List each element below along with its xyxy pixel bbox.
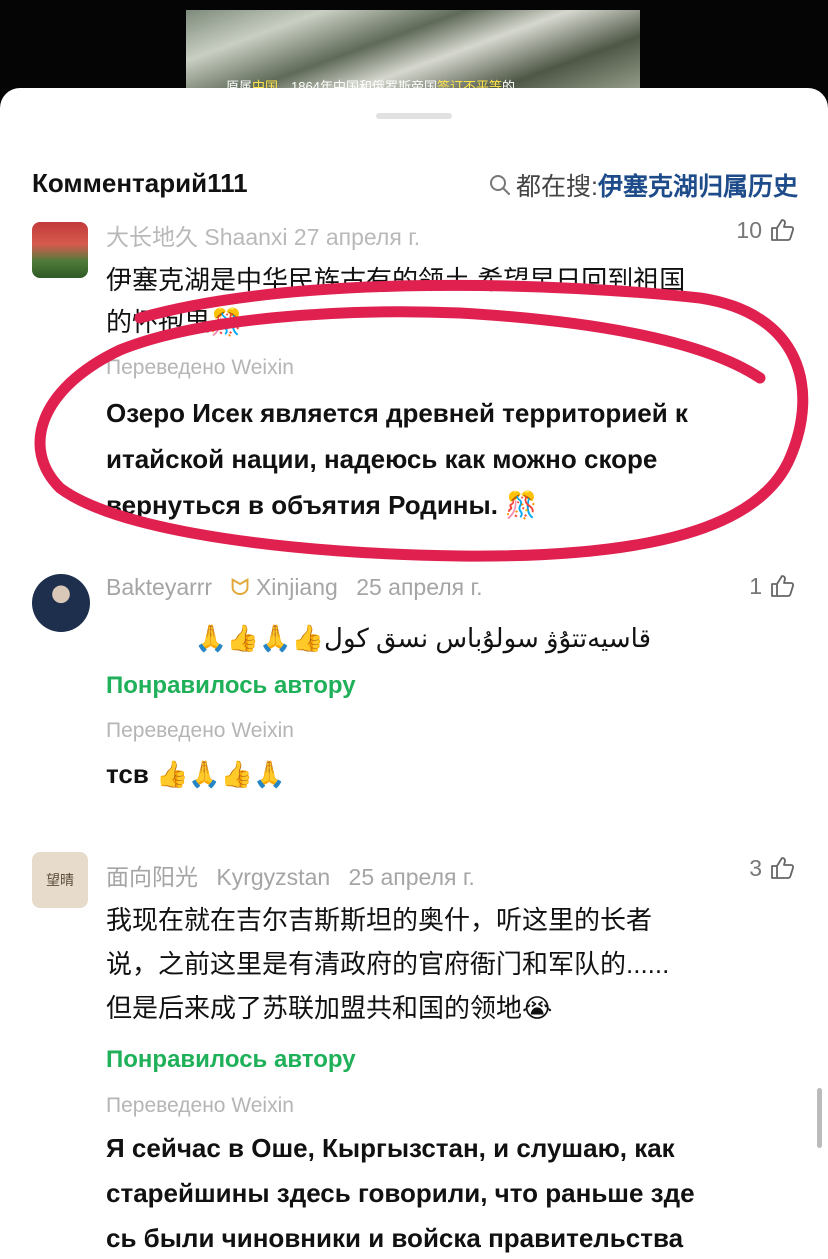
- username[interactable]: Bakteyarrr: [106, 574, 212, 600]
- date: 25 апреля г.: [356, 574, 483, 600]
- avatar[interactable]: [32, 222, 88, 278]
- translation-label: Переведено Weixin: [106, 1094, 294, 1117]
- trending-search-link[interactable]: 都在搜: 伊塞克湖归属历史: [488, 167, 798, 203]
- thumbs-up-icon: [771, 857, 795, 879]
- liked-by-author: Понравилось автору: [106, 1046, 356, 1073]
- comment-text: 的怀抱里🎊: [106, 307, 243, 337]
- comment-meta: Bakteyarrr ᗢ Xinjiang 25 апреля г.: [106, 574, 482, 601]
- translation-label: Переведено Weixin: [106, 719, 294, 742]
- comment-text: 伊塞克湖是中华民族古有的领土 希望早日回到祖国: [106, 265, 686, 295]
- translated-text: сь были чиновники и войска правительства: [106, 1223, 684, 1253]
- comment-meta: 大长地久 Shaanxi 27 апреля г.: [106, 224, 421, 250]
- like-count: 10: [736, 216, 762, 243]
- translated-text: Я сейчас в Оше, Кыргызстан, и слушаю, ка…: [106, 1133, 675, 1163]
- translated-text: вернуться в объятия Родины. 🎊: [106, 490, 538, 520]
- location: Kyrgyzstan: [216, 864, 331, 890]
- translated-text: старейшины здесь говорили, что раньше зд…: [106, 1178, 695, 1208]
- search-icon: [490, 175, 511, 195]
- like-count: 1: [749, 572, 762, 599]
- scrollbar[interactable]: [817, 1088, 822, 1148]
- like-button[interactable]: 10: [736, 216, 796, 244]
- thumbs-up-icon: [771, 575, 795, 597]
- search-prefix: 都在搜:: [516, 173, 598, 201]
- search-term: 伊塞克湖归属历史: [597, 173, 798, 201]
- like-button[interactable]: 3: [749, 854, 796, 882]
- translated-text: Озеро Исек является древней территорией …: [106, 398, 688, 428]
- translated-text: тсв 👍🙏👍🙏: [106, 759, 286, 789]
- sheet-grab-handle[interactable]: [376, 113, 452, 119]
- avatar-glyph: 望晴: [46, 872, 74, 888]
- like-count: 3: [749, 854, 762, 881]
- comment-text: 我现在就在吉尔吉斯斯坦的奥什，听这里的长者: [106, 905, 653, 935]
- comment-text: قاسيەتتۇۋ سولۇباس نسق كول👍🙏👍🙏: [194, 623, 651, 653]
- comments-header: Комментарий111 都在搜: 伊塞克湖归属历史: [0, 146, 828, 226]
- translated-text: итайской нации, надеюсь как можно скоре: [106, 444, 658, 474]
- comment-text: 说，之前这里是有清政府的官府衙门和军队的......: [106, 949, 670, 979]
- avatar[interactable]: 望晴: [32, 852, 88, 908]
- location: Xinjiang: [255, 574, 338, 600]
- username[interactable]: 面向阳光: [106, 864, 198, 890]
- comments-sheet: Комментарий111 都在搜: 伊塞克湖归属历史 大长地久 Shaanx…: [0, 88, 828, 1259]
- like-button[interactable]: 1: [749, 572, 796, 600]
- date: 25 апреля г.: [348, 864, 475, 890]
- badge-icon: ᗢ: [230, 574, 250, 600]
- liked-by-author: Понравилось автору: [106, 672, 356, 699]
- thumbs-up-icon: [771, 219, 795, 241]
- translation-label: Переведено Weixin: [106, 356, 294, 379]
- comment-text: 但是后来成了苏联加盟共和国的领地😭: [106, 993, 553, 1023]
- comments-title: Комментарий111: [32, 168, 248, 198]
- avatar[interactable]: [32, 574, 90, 632]
- comment-meta: 面向阳光 Kyrgyzstan 25 апреля г.: [106, 858, 475, 892]
